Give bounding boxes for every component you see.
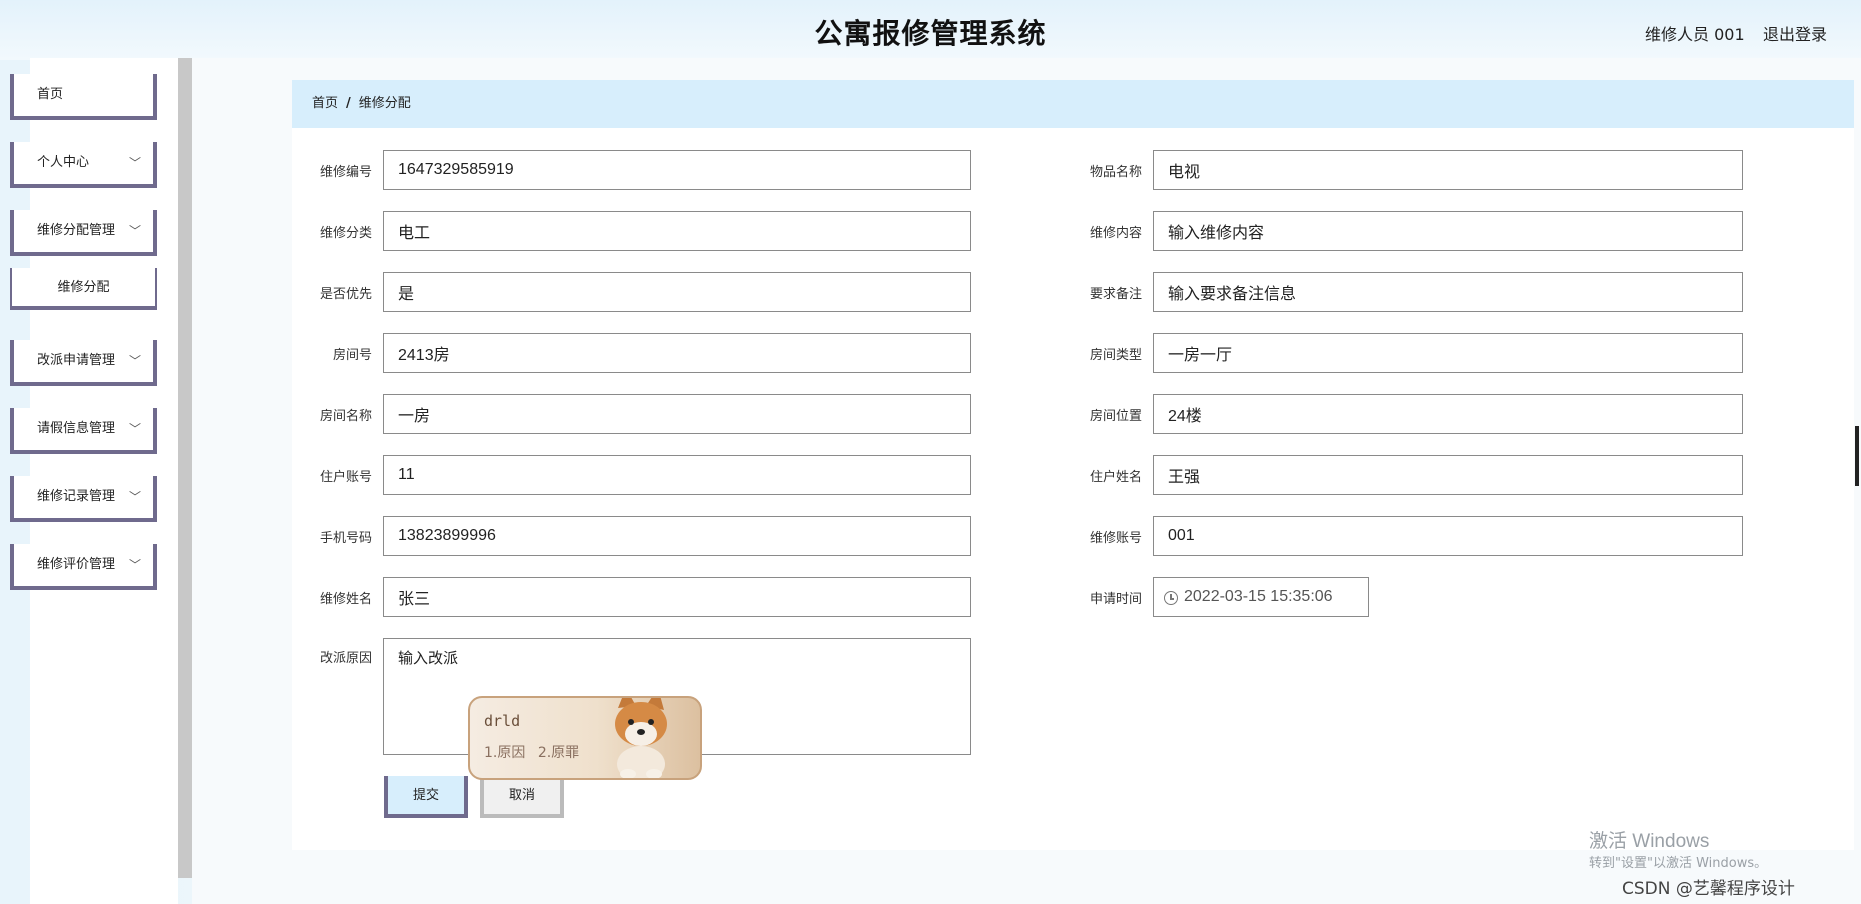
priority-label: 是否优先 (319, 287, 372, 302)
sidebar-item-repair-assign-management[interactable]: 维修分配管理 ﹀ (10, 210, 157, 256)
sidebar-item-repair-record-management[interactable]: 维修记录管理 ﹀ (10, 476, 157, 522)
repairer-account-input[interactable] (1153, 516, 1743, 556)
apply-time-picker[interactable]: 2022-03-15 15:35:06 (1153, 577, 1369, 617)
sidebar-item-label: 个人中心 (37, 155, 90, 170)
room-name-input[interactable] (383, 394, 971, 434)
room-location-input[interactable] (1153, 394, 1743, 434)
chevron-down-icon: ﹀ (128, 422, 141, 436)
breadcrumb-current: 维修分配 (358, 96, 411, 111)
cancel-button[interactable]: 取消 (480, 776, 564, 818)
logout-link[interactable]: 退出登录 (1763, 21, 1827, 45)
sidebar-item-label: 请假信息管理 (37, 421, 116, 436)
sidebar-item-reassign-request-management[interactable]: 改派申请管理 ﹀ (10, 340, 157, 386)
sidebar-item-label: 改派申请管理 (37, 353, 116, 368)
repair-content-input[interactable] (1153, 211, 1743, 251)
breadcrumb-home[interactable]: 首页 (312, 96, 338, 111)
resident-account-label: 住户账号 (319, 470, 372, 485)
room-name-label: 房间名称 (319, 409, 372, 424)
repair-category-label: 维修分类 (319, 226, 372, 241)
header-bar: 公寓报修管理系统 维修人员 001 退出登录 (0, 0, 1861, 60)
phone-label: 手机号码 (319, 531, 372, 546)
resident-name-input[interactable] (1153, 455, 1743, 495)
chevron-down-icon: ﹀ (128, 156, 141, 170)
sidebar-scrollbar[interactable] (178, 58, 192, 878)
sidebar-item-label: 首页 (37, 87, 64, 102)
ime-candidate[interactable]: 1.原因 (484, 745, 525, 761)
repair-number-input[interactable] (383, 150, 971, 190)
phone-input[interactable] (383, 516, 971, 556)
repairer-name-input[interactable] (383, 577, 971, 617)
room-type-label: 房间类型 (1089, 348, 1142, 363)
sidebar-subitem-repair-assign[interactable]: 维修分配 (10, 268, 157, 310)
sidebar-item-leave-info-management[interactable]: 请假信息管理 ﹀ (10, 408, 157, 454)
resident-name-label: 住户姓名 (1089, 470, 1142, 485)
sidebar-item-label: 维修记录管理 (37, 489, 116, 504)
ime-candidate-popup: drld 1.原因 2.原罪 (468, 696, 702, 780)
reassign-reason-label: 改派原因 (319, 651, 372, 666)
item-name-label: 物品名称 (1089, 165, 1142, 180)
ime-candidate-list: 1.原因 2.原罪 (484, 742, 587, 762)
ime-candidate[interactable]: 2.原罪 (538, 745, 579, 761)
shiba-dog-icon (615, 698, 667, 778)
clock-icon (1164, 591, 1178, 605)
sidebar-item-personal-center[interactable]: 个人中心 ﹀ (10, 142, 157, 188)
repair-category-input[interactable] (383, 211, 971, 251)
chevron-down-icon: ﹀ (128, 558, 141, 572)
apply-time-value: 2022-03-15 15:35:06 (1184, 588, 1333, 605)
windows-activation-title: 激活 Windows (1589, 831, 1710, 852)
remarks-label: 要求备注 (1089, 287, 1142, 302)
apply-time-label: 申请时间 (1089, 592, 1142, 607)
priority-input[interactable] (383, 272, 971, 312)
current-user-label: 维修人员 001 (1645, 25, 1745, 44)
repairer-account-label: 维修账号 (1089, 531, 1142, 546)
breadcrumb-separator: / (346, 96, 351, 111)
sidebar-item-label: 维修分配 (57, 280, 110, 295)
resident-account-input[interactable] (383, 455, 971, 495)
sidebar: 首页 个人中心 ﹀ 维修分配管理 ﹀ 维修分配 改派申请管理 ﹀ 请假信息管理 … (0, 58, 192, 904)
remarks-input[interactable] (1153, 272, 1743, 312)
chevron-down-icon: ﹀ (128, 354, 141, 368)
chevron-down-icon: ﹀ (128, 490, 141, 504)
repair-content-label: 维修内容 (1089, 226, 1142, 241)
repairer-name-label: 维修姓名 (319, 592, 372, 607)
sidebar-item-repair-review-management[interactable]: 维修评价管理 ﹀ (10, 544, 157, 590)
right-edge-bar (1855, 426, 1859, 486)
room-number-input[interactable] (383, 333, 971, 373)
room-number-label: 房间号 (332, 348, 372, 363)
room-type-input[interactable] (1153, 333, 1743, 373)
room-location-label: 房间位置 (1089, 409, 1142, 424)
sidebar-item-home[interactable]: 首页 (10, 74, 157, 120)
app-title: 公寓报修管理系统 (814, 17, 1047, 50)
csdn-watermark: CSDN @艺馨程序设计 (1622, 879, 1795, 899)
repair-number-label: 维修编号 (319, 165, 372, 180)
breadcrumb: 首页 / 维修分配 (292, 80, 1854, 128)
item-name-input[interactable] (1153, 150, 1743, 190)
ime-composition-text: drld (484, 712, 521, 730)
chevron-down-icon: ﹀ (128, 224, 141, 238)
sidebar-item-label: 维修评价管理 (37, 557, 116, 572)
windows-activation-hint: 转到"设置"以激活 Windows。 (1589, 856, 1768, 871)
submit-button[interactable]: 提交 (384, 776, 468, 818)
sidebar-item-label: 维修分配管理 (37, 223, 116, 238)
